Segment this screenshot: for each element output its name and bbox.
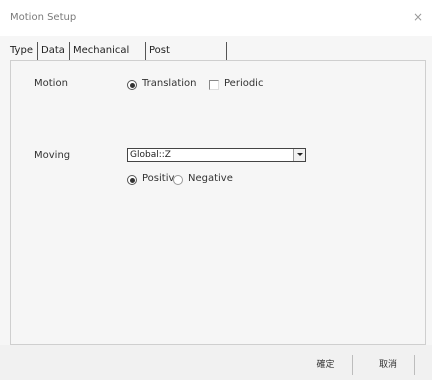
button-bar: 確定 取消: [0, 345, 432, 380]
negative-radio[interactable]: [173, 175, 183, 185]
close-icon[interactable]: ×: [410, 9, 426, 25]
window-title: Motion Setup: [10, 12, 77, 23]
moving-axis-value: Global::Z: [130, 150, 171, 160]
translation-radio[interactable]: [127, 80, 137, 90]
tab-mechanical[interactable]: Mechanical: [73, 42, 129, 60]
tab-content-panel: [10, 60, 426, 345]
tab-data[interactable]: Data: [41, 42, 65, 60]
translation-label[interactable]: Translation: [142, 78, 197, 89]
moving-label: Moving: [34, 150, 71, 161]
ok-button[interactable]: 確定: [299, 355, 353, 375]
chevron-down-icon[interactable]: [293, 149, 305, 161]
motion-setup-dialog: Motion Setup × Type Data Mechanical Post…: [0, 0, 432, 380]
moving-axis-select[interactable]: Global::Z: [127, 148, 306, 162]
negative-label[interactable]: Negative: [188, 173, 233, 184]
cancel-button[interactable]: 取消: [362, 355, 415, 375]
tab-divider: [145, 42, 146, 60]
title-bar: Motion Setup ×: [0, 0, 432, 36]
tab-divider: [69, 42, 70, 60]
tab-post-processing[interactable]: Post Processing: [149, 42, 202, 74]
tab-divider: [37, 42, 38, 60]
periodic-label[interactable]: Periodic: [224, 78, 263, 89]
positive-radio[interactable]: [127, 175, 137, 185]
tab-divider: [226, 42, 227, 60]
motion-label: Motion: [34, 78, 68, 89]
periodic-checkbox[interactable]: [209, 80, 219, 90]
tab-type[interactable]: Type: [10, 42, 33, 60]
